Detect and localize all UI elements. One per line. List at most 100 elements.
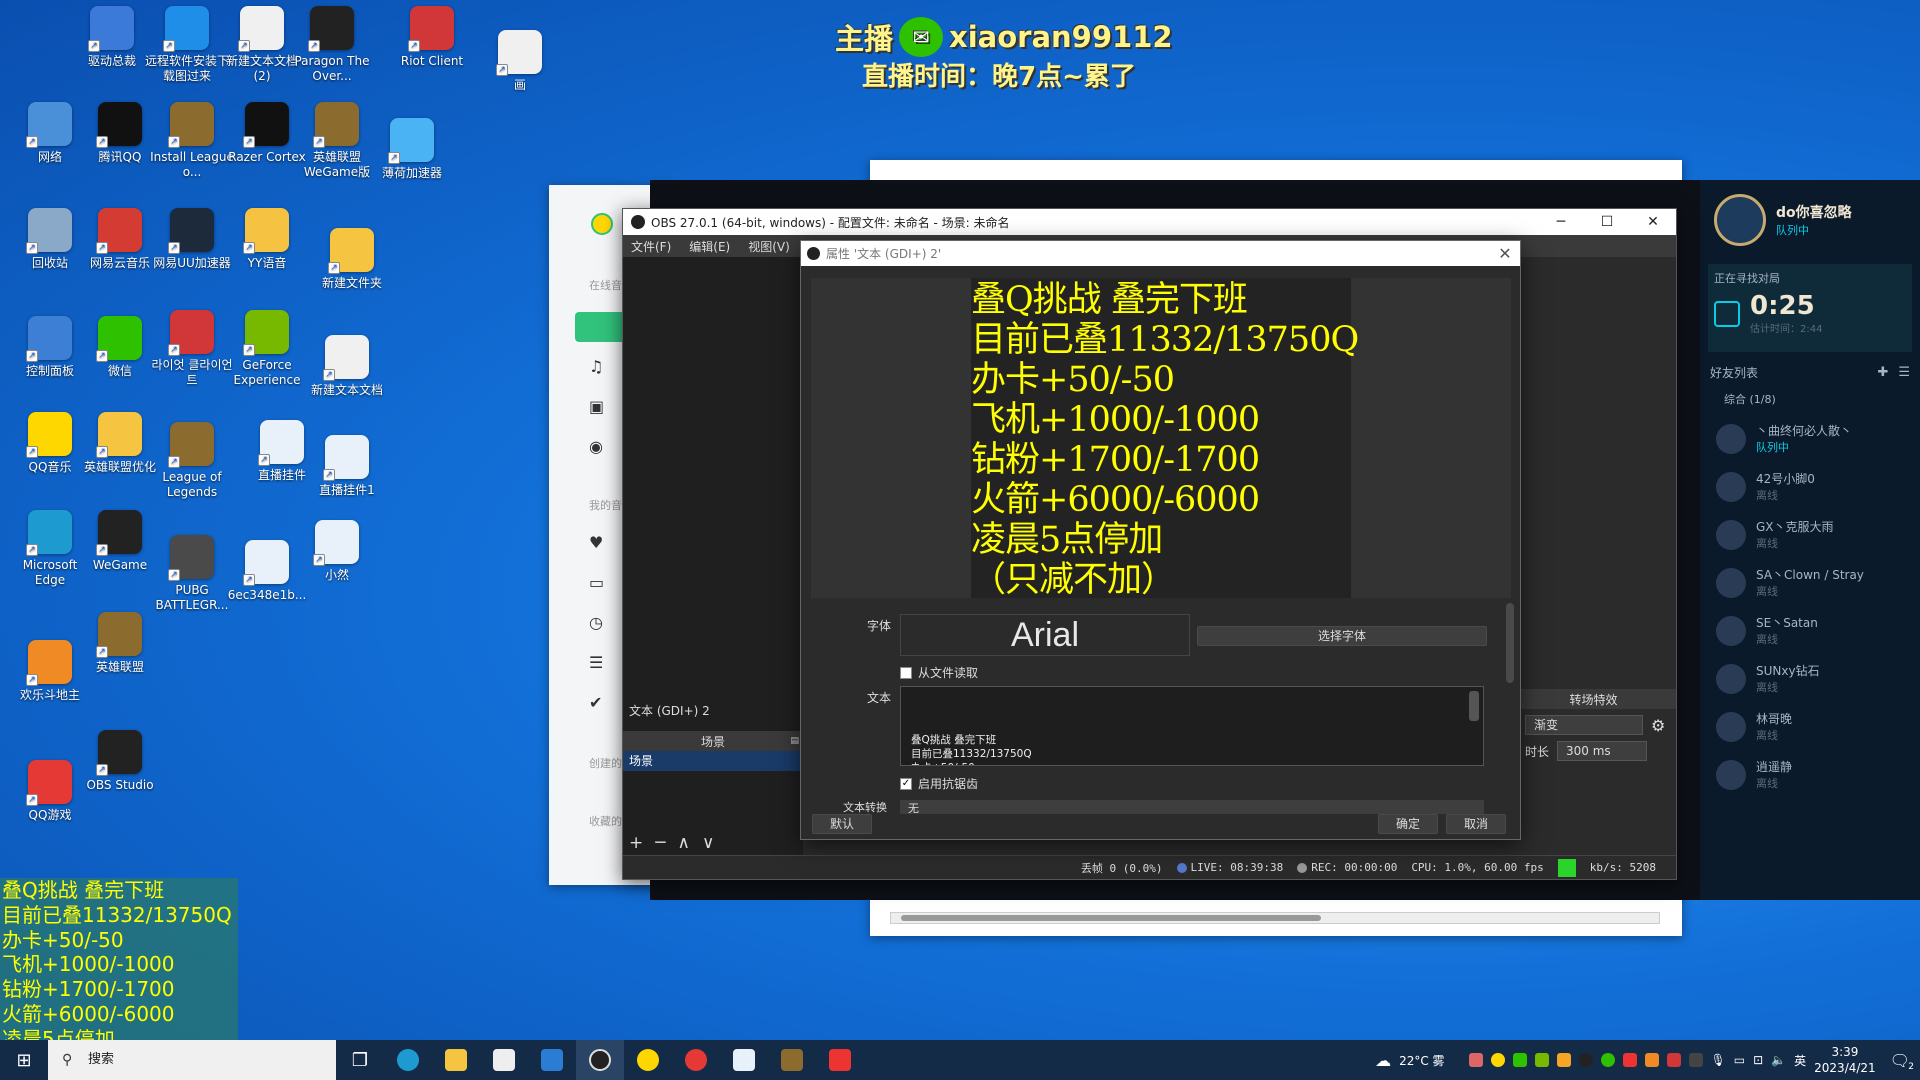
search-box[interactable]: ⚲ 搜索 — [48, 1040, 336, 1080]
desktop-icon[interactable]: ↗ 网易UU加速器 — [150, 208, 234, 271]
move-up-icon[interactable]: ∧ — [678, 833, 690, 853]
antialias-checkbox[interactable]: ✓ 启用抗锯齿 — [900, 775, 978, 792]
duration-input[interactable]: 300 ms — [1557, 741, 1648, 761]
minimize-icon[interactable]: ─ — [1538, 209, 1584, 235]
friend-item[interactable]: 丶曲终何必人散丶 队列中 — [1700, 415, 1920, 463]
dock-float-icon[interactable]: ▤ — [790, 736, 799, 746]
desktop-icon[interactable]: ↗ 远程软件安装下载图过来 — [145, 6, 229, 84]
list-icon[interactable]: ☰ — [589, 653, 603, 672]
file-explorer-icon[interactable] — [432, 1040, 480, 1080]
tray-accelerator-icon[interactable] — [1600, 1053, 1615, 1067]
friend-item[interactable]: SE丶Satan 离线 — [1700, 607, 1920, 655]
desktop-icon[interactable]: ↗ YY语音 — [225, 208, 309, 271]
clock[interactable]: 3:39 2023/4/21 — [1814, 1044, 1876, 1076]
tray-display-icon[interactable]: ▭ — [1734, 1053, 1745, 1067]
weather-text[interactable]: 22°C 雾 — [1399, 1052, 1444, 1069]
maximize-icon[interactable]: ☐ — [1584, 209, 1630, 235]
textarea-scrollbar[interactable] — [1469, 691, 1479, 721]
desktop-icon[interactable]: ↗ League of Legends — [150, 422, 234, 500]
desktop-icon[interactable]: ↗ Install League o... — [150, 102, 234, 180]
friend-item[interactable]: GX丶克服大雨 离线 — [1700, 511, 1920, 559]
edge-icon[interactable] — [384, 1040, 432, 1080]
heart-icon[interactable]: ♥ — [589, 533, 603, 552]
read-from-file-checkbox[interactable]: 从文件读取 — [900, 664, 978, 681]
friends-group-label[interactable]: 综合 (1/8) — [1700, 381, 1920, 407]
close-icon[interactable]: ✕ — [1630, 209, 1676, 235]
profile-avatar[interactable] — [1714, 194, 1766, 246]
friends-menu-icon[interactable]: ☰ — [1898, 365, 1910, 380]
qq-game-taskbar-icon[interactable] — [672, 1040, 720, 1080]
friend-item[interactable]: 林哥晚 离线 — [1700, 703, 1920, 751]
browser-scrollbar-thumb[interactable] — [901, 915, 1321, 921]
check-circle-icon[interactable]: ✔ — [589, 693, 602, 712]
add-friend-icon[interactable]: ✚ — [1877, 365, 1888, 380]
video-icon[interactable]: ▣ — [589, 397, 604, 416]
checkbox-checked-icon[interactable]: ✓ — [900, 777, 912, 790]
mail-icon[interactable] — [528, 1040, 576, 1080]
wrap-select[interactable]: 无 — [900, 800, 1484, 814]
tray-sgame-icon[interactable] — [1688, 1053, 1703, 1067]
scene-item[interactable]: 场景 — [623, 751, 803, 771]
store-icon[interactable] — [480, 1040, 528, 1080]
league-taskbar-icon[interactable] — [768, 1040, 816, 1080]
tray-orange-icon[interactable] — [1644, 1053, 1659, 1067]
desktop-icon[interactable]: ↗ 薄荷加速器 — [370, 118, 454, 181]
tray-shield-icon[interactable] — [1556, 1053, 1571, 1067]
garena-taskbar-icon[interactable] — [816, 1040, 864, 1080]
desktop-icon[interactable]: ↗ Riot Client — [390, 6, 474, 69]
desktop-icon[interactable]: ↗ 画 — [478, 30, 562, 93]
tray-red-icon[interactable] — [1666, 1053, 1681, 1067]
radio-icon[interactable]: ◉ — [589, 437, 603, 456]
menu-file[interactable]: 文件(F) — [631, 238, 671, 255]
obs-taskbar-icon[interactable] — [576, 1040, 624, 1080]
remote-desktop-taskbar-icon[interactable] — [720, 1040, 768, 1080]
friend-item[interactable]: SUNxy钻石 离线 — [1700, 655, 1920, 703]
tray-garena-icon[interactable] — [1622, 1053, 1637, 1067]
desktop-icon[interactable]: ↗ GeForce Experience — [225, 310, 309, 388]
gear-icon[interactable]: ⚙ — [1651, 716, 1665, 735]
music-note-icon[interactable]: ♫ — [589, 357, 603, 376]
tray-qq-music-icon[interactable] — [1490, 1053, 1505, 1067]
desktop-icon[interactable]: ↗ 新建文件夹 — [310, 228, 394, 291]
browser-scrollbar[interactable] — [890, 912, 1660, 924]
task-view-icon[interactable]: ❐ — [336, 1040, 384, 1080]
desktop-icon[interactable]: ↗ 新建文本文档 — [305, 335, 389, 398]
tray-wechat-icon[interactable] — [1512, 1053, 1527, 1067]
tray-qq-icon[interactable] — [1578, 1053, 1593, 1067]
tray-network-icon[interactable] — [1534, 1053, 1549, 1067]
ime-indicator[interactable]: 英 — [1794, 1052, 1806, 1069]
default-button[interactable]: 默认 — [812, 814, 872, 834]
transition-select[interactable]: 渐变 — [1525, 715, 1643, 735]
text-input[interactable]: 叠Q挑战 叠完下班目前已叠11332/13750Q办卡+50/-50飞机+100… — [900, 686, 1484, 766]
checkbox-unchecked-icon[interactable] — [900, 666, 912, 679]
desktop-icon[interactable]: ↗ 小然 — [295, 520, 379, 583]
microphone-icon[interactable]: 🎙 — [1711, 1053, 1726, 1067]
add-scene-icon[interactable]: + — [629, 833, 643, 853]
properties-scrollbar[interactable] — [1506, 603, 1514, 683]
desktop-icon[interactable]: ↗ 라이엇 클라이언트 — [150, 310, 234, 388]
desktop-icon[interactable]: ↗ 英雄联盟WeGame版 — [295, 102, 379, 180]
desktop-icon[interactable]: ↗ PUBG BATTLEGR... — [150, 535, 234, 613]
remove-scene-icon[interactable]: ─ — [655, 833, 665, 853]
obs-title-bar[interactable]: OBS 27.0.1 (64-bit, windows) - 配置文件: 未命名… — [623, 209, 1676, 235]
menu-view[interactable]: 视图(V) — [748, 238, 790, 255]
properties-title-bar[interactable]: 属性 '文本 (GDI+) 2' ✕ — [801, 241, 1520, 266]
notification-icon[interactable]: 🗨 2 — [1890, 1051, 1914, 1072]
start-button[interactable]: ⊞ — [0, 1040, 48, 1080]
desktop-icon[interactable]: ↗ Paragon The Over... — [290, 6, 374, 84]
monitor-icon[interactable]: ▭ — [589, 573, 604, 592]
desktop-icon[interactable]: ↗ 直播挂件1 — [305, 435, 389, 498]
move-down-icon[interactable]: ∨ — [702, 833, 714, 853]
friend-item[interactable]: 42号小脚0 离线 — [1700, 463, 1920, 511]
friend-item[interactable]: SA丶Clown / Stray 离线 — [1700, 559, 1920, 607]
close-icon[interactable]: ✕ — [1490, 244, 1520, 263]
volume-icon[interactable]: 🔈 — [1771, 1053, 1786, 1067]
weather-icon[interactable]: ☁ — [1375, 1051, 1391, 1070]
friend-item[interactable]: 逍遥静 离线 — [1700, 751, 1920, 799]
desktop-icon[interactable]: ↗ 驱动总裁 — [70, 6, 154, 69]
desktop-icon[interactable]: ↗ QQ游戏 — [8, 760, 92, 823]
tray-app-icon[interactable] — [1468, 1053, 1483, 1067]
choose-font-button[interactable]: 选择字体 — [1197, 626, 1487, 646]
menu-edit[interactable]: 编辑(E) — [689, 238, 730, 255]
qq-music-taskbar-icon[interactable] — [624, 1040, 672, 1080]
